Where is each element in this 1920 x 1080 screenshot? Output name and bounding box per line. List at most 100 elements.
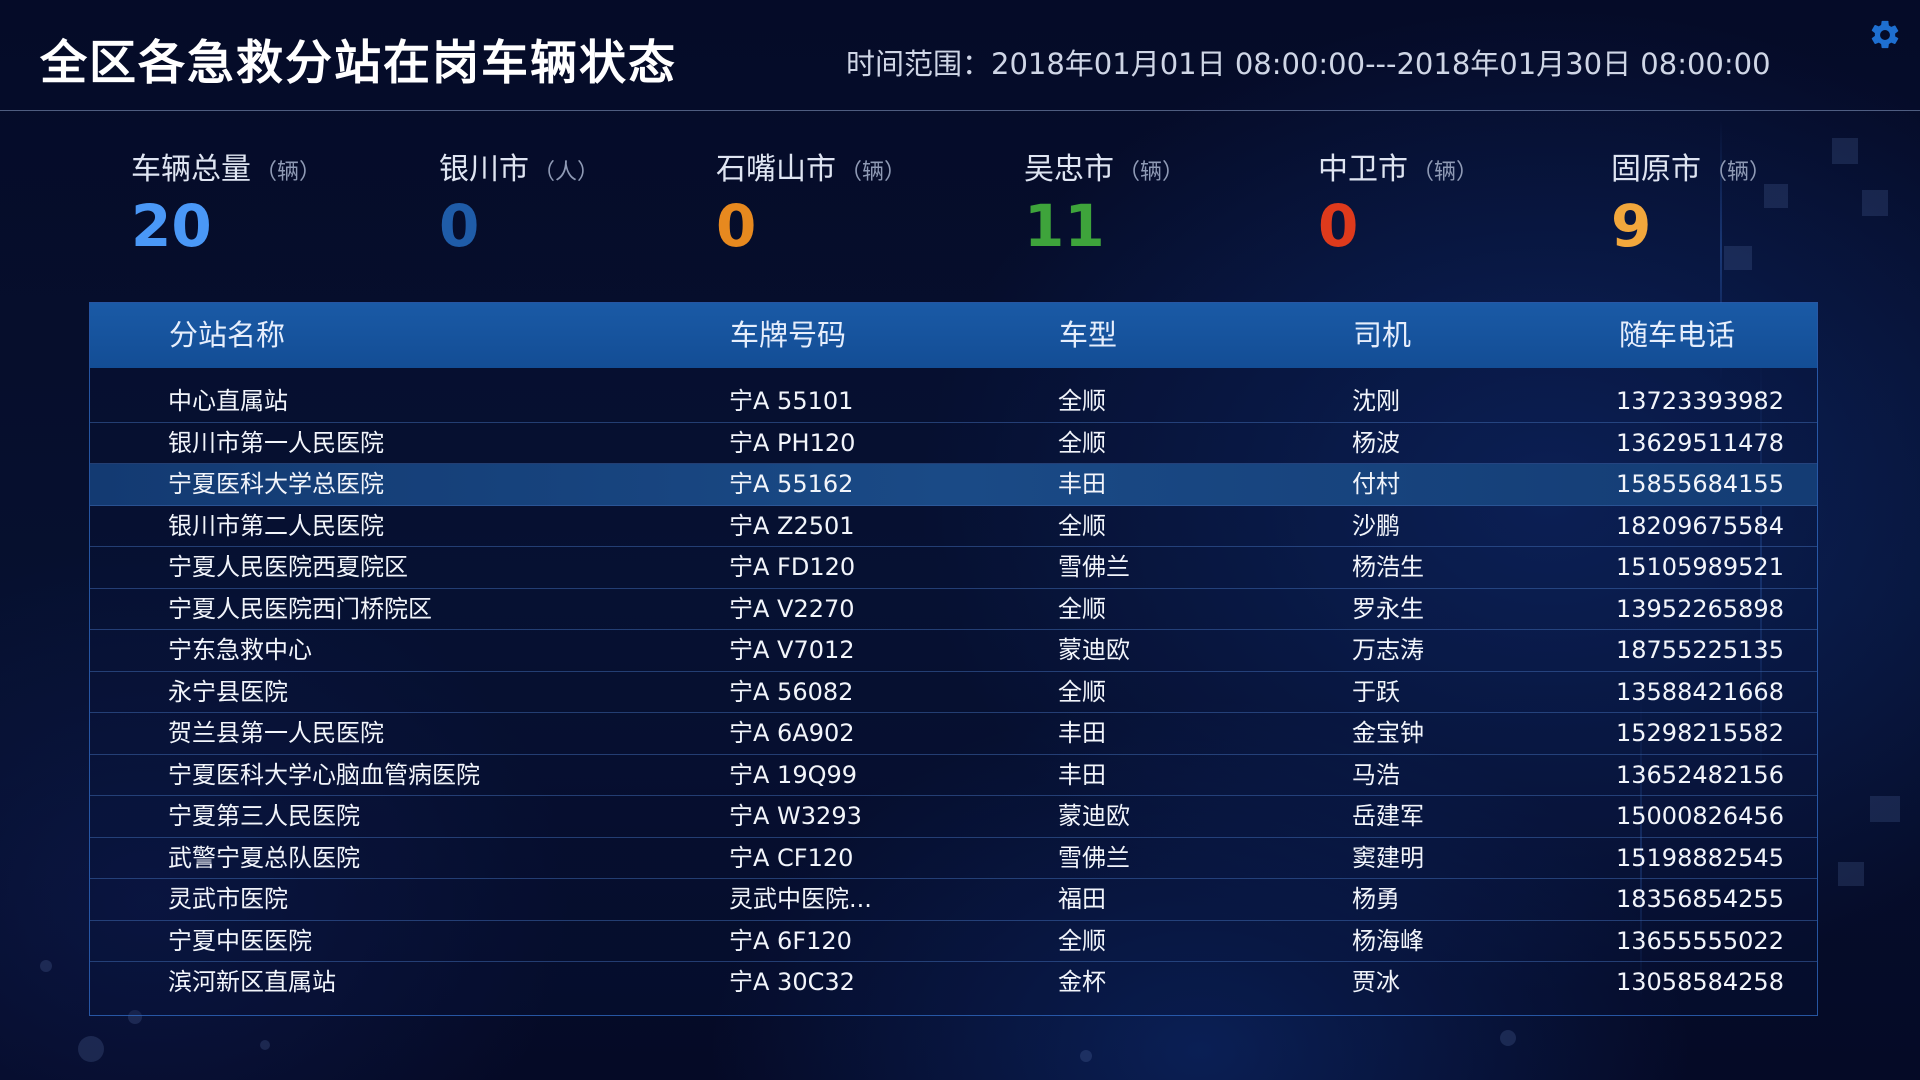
column-header-plate[interactable]: 车牌号码 — [730, 303, 846, 368]
table-row[interactable]: 中心直属站 宁A 55101 全顺 沈刚 13723393982 — [90, 381, 1817, 423]
stat-unit: （辆） — [1118, 160, 1185, 185]
vehicle-model-cell: 丰田 — [1058, 470, 1106, 498]
stat-value: 20 — [131, 192, 212, 260]
driver-name-cell: 于跃 — [1352, 677, 1400, 706]
column-header-model[interactable]: 车型 — [1059, 303, 1117, 368]
stat-label: 固原市 — [1611, 152, 1701, 187]
table-row[interactable]: 宁夏医科大学心脑血管病医院 宁A 19Q99 丰田 马浩 13652482156 — [90, 755, 1817, 796]
plate-number-cell: 宁A V2270 — [729, 594, 855, 623]
table-row[interactable]: 灵武市医院 灵武中医院... 福田 杨勇 18356854255 — [90, 879, 1817, 921]
phone-number-cell: 13058584258 — [1616, 968, 1784, 996]
settings-button[interactable] — [1868, 18, 1902, 52]
stat-yinchuan: 银川市 （人） 0 — [439, 150, 599, 260]
driver-name-cell: 马浩 — [1352, 760, 1400, 789]
vehicle-model-cell: 全顺 — [1058, 428, 1106, 457]
stat-unit: （辆） — [1412, 160, 1479, 185]
table-row[interactable]: 永宁县医院 宁A 56082 全顺 于跃 13588421668 — [90, 672, 1817, 713]
plate-number-cell: 宁A PH120 — [729, 428, 856, 457]
stat-unit: （辆） — [255, 160, 322, 185]
vehicle-model-cell: 福田 — [1058, 885, 1106, 913]
time-range-label: 时间范围：2018年01月01日 08:00:00---2018年01月30日 … — [846, 47, 1771, 81]
stat-label: 车辆总量 — [131, 152, 251, 187]
plate-number-cell: 宁A 6F120 — [729, 926, 852, 955]
plate-number-cell: 宁A 30C32 — [729, 968, 855, 996]
decor-dot — [78, 1036, 104, 1062]
vehicle-model-cell: 全顺 — [1058, 511, 1106, 540]
vehicle-model-cell: 雪佛兰 — [1058, 843, 1130, 872]
column-header-driver[interactable]: 司机 — [1353, 303, 1411, 368]
station-name-cell: 永宁县医院 — [168, 677, 288, 706]
decor-dot — [40, 960, 52, 972]
table-row[interactable]: 银川市第二人民医院 宁A Z2501 全顺 沙鹏 18209675584 — [90, 506, 1817, 547]
phone-number-cell: 18356854255 — [1616, 885, 1784, 913]
table-row[interactable]: 宁夏中医医院 宁A 6F120 全顺 杨海峰 13655555022 — [90, 921, 1817, 962]
table-row[interactable]: 滨河新区直属站 宁A 30C32 金杯 贾冰 13058584258 — [90, 962, 1817, 1004]
plate-number-cell: 宁A 55162 — [729, 470, 854, 498]
phone-number-cell: 15855684155 — [1616, 470, 1784, 498]
vehicle-model-cell: 蒙迪欧 — [1058, 636, 1130, 664]
stat-value: 11 — [1024, 192, 1105, 260]
driver-name-cell: 万志涛 — [1352, 636, 1424, 664]
stat-label: 石嘴山市 — [716, 152, 836, 187]
table-row[interactable]: 宁东急救中心 宁A V7012 蒙迪欧 万志涛 18755225135 — [90, 630, 1817, 672]
stat-value: 0 — [439, 192, 480, 260]
gear-icon — [1871, 20, 1899, 49]
driver-name-cell: 沙鹏 — [1352, 511, 1400, 540]
stat-value: 0 — [716, 192, 757, 260]
driver-name-cell: 杨勇 — [1352, 885, 1400, 913]
vehicle-model-cell: 全顺 — [1058, 594, 1106, 623]
decor-square — [1838, 862, 1864, 886]
plate-number-cell: 宁A CF120 — [729, 843, 854, 872]
stat-shizuishan: 石嘴山市 （辆） 0 — [716, 150, 906, 260]
table-row[interactable]: 武警宁夏总队医院 宁A CF120 雪佛兰 窦建明 15198882545 — [90, 838, 1817, 879]
phone-number-cell: 13588421668 — [1616, 677, 1784, 706]
station-name-cell: 灵武市医院 — [168, 885, 288, 913]
stat-label: 中卫市 — [1318, 152, 1408, 187]
table-row[interactable]: 银川市第一人民医院 宁A PH120 全顺 杨波 13629511478 — [90, 423, 1817, 464]
header-bar: 全区各急救分站在岗车辆状态 时间范围：2018年01月01日 08:00:00-… — [0, 0, 1920, 111]
decor-dot — [1080, 1050, 1092, 1062]
stat-value: 9 — [1611, 192, 1652, 260]
station-name-cell: 银川市第二人民医院 — [168, 511, 384, 540]
vehicle-model-cell: 全顺 — [1058, 926, 1106, 955]
vehicle-model-cell: 蒙迪欧 — [1058, 802, 1130, 830]
station-name-cell: 宁夏人民医院西门桥院区 — [168, 594, 432, 623]
station-name-cell: 宁夏第三人民医院 — [168, 802, 360, 830]
vehicle-table: 分站名称 车牌号码 车型 司机 随车电话 中心直属站 宁A 55101 全顺 沈刚 13… — [89, 302, 1818, 1016]
table-row[interactable]: 宁夏人民医院西夏院区 宁A FD120 雪佛兰 杨浩生 15105989521 — [90, 547, 1817, 589]
column-header-station[interactable]: 分站名称 — [169, 303, 285, 368]
decor-dot — [260, 1040, 270, 1050]
station-name-cell: 宁夏医科大学总医院 — [168, 470, 384, 498]
column-header-phone[interactable]: 随车电话 — [1619, 303, 1735, 368]
plate-number-cell: 宁A 19Q99 — [729, 760, 858, 789]
decor-square — [1832, 138, 1858, 164]
station-name-cell: 武警宁夏总队医院 — [168, 843, 360, 872]
table-row[interactable]: 宁夏医科大学总医院 宁A 55162 丰田 付村 15855684155 — [90, 464, 1817, 506]
stat-value: 0 — [1318, 192, 1359, 260]
stat-unit: （辆） — [840, 160, 907, 185]
vehicle-model-cell: 丰田 — [1058, 760, 1106, 789]
phone-number-cell: 13723393982 — [1616, 387, 1784, 415]
driver-name-cell: 贾冰 — [1352, 968, 1400, 996]
station-name-cell: 宁夏中医医院 — [168, 926, 312, 955]
stat-wuzhong: 吴忠市 （辆） 11 — [1024, 150, 1184, 260]
phone-number-cell: 18209675584 — [1616, 511, 1784, 540]
driver-name-cell: 岳建军 — [1352, 802, 1424, 830]
stat-guyuan: 固原市 （辆） 9 — [1611, 150, 1771, 260]
phone-number-cell: 13952265898 — [1616, 594, 1784, 623]
vehicle-model-cell: 全顺 — [1058, 677, 1106, 706]
plate-number-cell: 宁A 55101 — [729, 387, 854, 415]
stat-zhongwei: 中卫市 （辆） 0 — [1318, 150, 1478, 260]
driver-name-cell: 金宝钟 — [1352, 719, 1424, 747]
driver-name-cell: 罗永生 — [1352, 594, 1424, 623]
table-row[interactable]: 贺兰县第一人民医院 宁A 6A902 丰田 金宝钟 15298215582 — [90, 713, 1817, 755]
plate-number-cell: 宁A 6A902 — [729, 719, 855, 747]
station-name-cell: 宁夏人民医院西夏院区 — [168, 553, 408, 581]
phone-number-cell: 13629511478 — [1616, 428, 1784, 457]
vehicle-model-cell: 雪佛兰 — [1058, 553, 1130, 581]
phone-number-cell: 13652482156 — [1616, 760, 1784, 789]
table-row[interactable]: 宁夏第三人民医院 宁A W3293 蒙迪欧 岳建军 15000826456 — [90, 796, 1817, 838]
station-name-cell: 滨河新区直属站 — [168, 968, 336, 996]
table-row[interactable]: 宁夏人民医院西门桥院区 宁A V2270 全顺 罗永生 13952265898 — [90, 589, 1817, 630]
station-name-cell: 银川市第一人民医院 — [168, 428, 384, 457]
